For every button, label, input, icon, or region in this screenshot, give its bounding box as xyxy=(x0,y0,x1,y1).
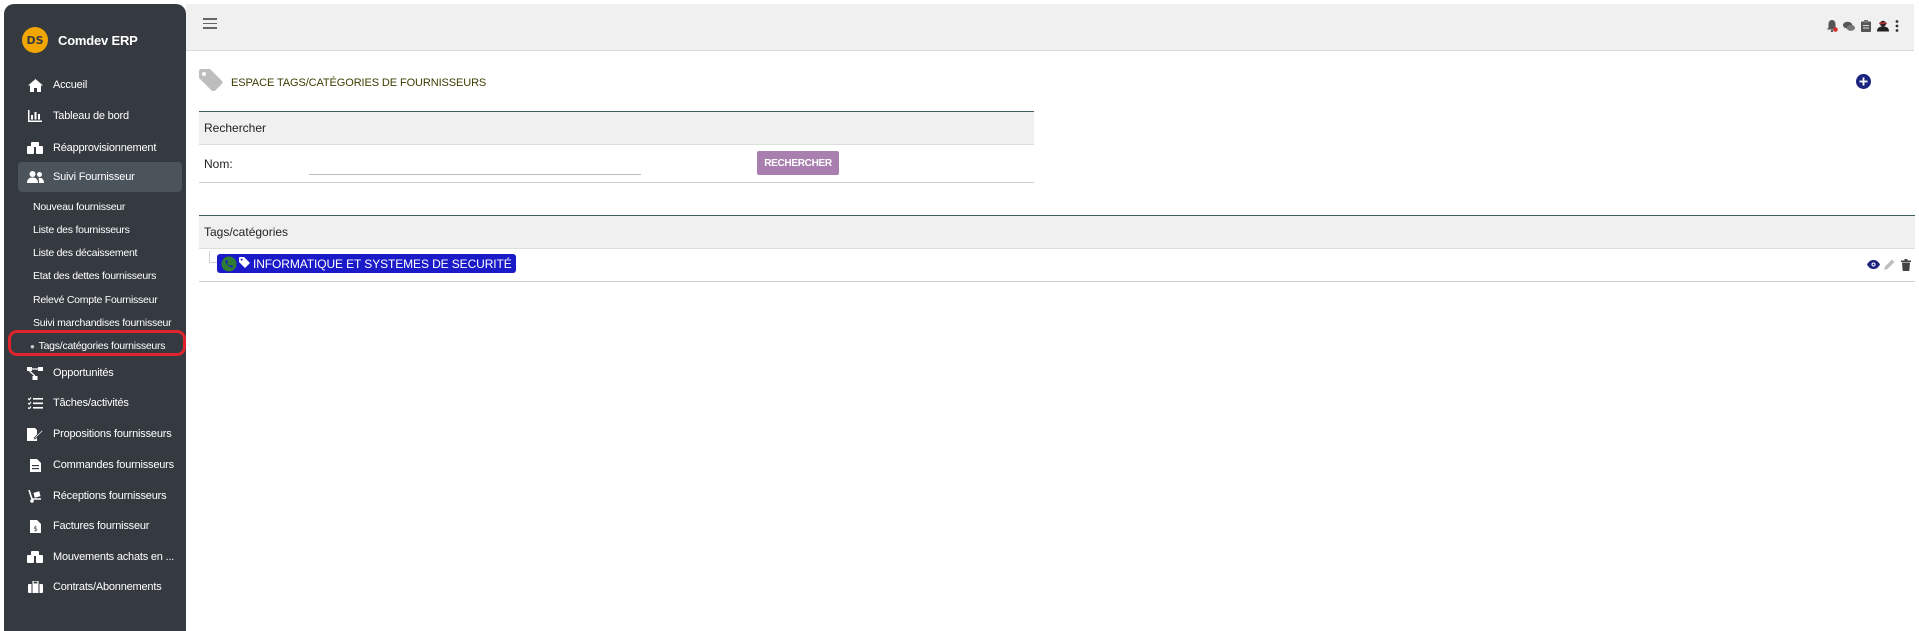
sidebar-item-taches[interactable]: Tâches/activités xyxy=(18,390,182,416)
active-item-highlight xyxy=(8,330,186,356)
sidebar-item-factures[interactable]: $ Factures fournisseur xyxy=(18,513,182,539)
search-panel-title: Rechercher xyxy=(199,112,1034,145)
brand[interactable]: DS Comdev ERP xyxy=(22,26,138,54)
page-title: ESPACE TAGS/CATÉGORIES DE FOURNISSEURS xyxy=(231,76,487,89)
chart-icon xyxy=(26,109,44,123)
file-icon xyxy=(26,458,44,472)
search-button[interactable]: RECHERCHER xyxy=(757,151,839,175)
more-vertical-icon[interactable] xyxy=(1894,20,1900,32)
brand-name: Comdev ERP xyxy=(58,32,138,48)
add-tag-button[interactable] xyxy=(1856,74,1871,89)
submenu-etat-dettes[interactable]: Etat des dettes fournisseurs xyxy=(33,267,156,285)
sidebar-item-commandes[interactable]: Commandes fournisseurs xyxy=(18,452,182,478)
eye-icon[interactable] xyxy=(1867,258,1880,271)
submenu-liste-fournisseurs[interactable]: Liste des fournisseurs xyxy=(33,221,130,239)
home-icon xyxy=(26,78,44,92)
tree-connector xyxy=(209,251,217,263)
sidebar: DS Comdev ERP Accueil Tableau de bord Ré… xyxy=(4,4,186,631)
topbar xyxy=(186,4,1914,51)
hamburger-menu-icon[interactable] xyxy=(203,18,217,30)
sidebar-item-accueil[interactable]: Accueil xyxy=(18,72,182,98)
tasks-icon xyxy=(26,396,44,410)
user-avatar-icon[interactable] xyxy=(1877,20,1889,32)
sidebar-item-opportunites[interactable]: Opportunités xyxy=(18,360,182,386)
sidebar-item-mouvements[interactable]: Mouvements achats en ... xyxy=(18,544,182,570)
name-search-input[interactable] xyxy=(309,153,641,175)
name-label: Nom: xyxy=(204,157,233,171)
sidebar-item-contrats[interactable]: Contrats/Abonnements xyxy=(18,574,182,600)
users-icon xyxy=(26,170,44,184)
sidebar-item-receptions[interactable]: Réceptions fournisseurs xyxy=(18,483,182,509)
phone-icon xyxy=(219,256,239,272)
sidebar-item-label: Commandes fournisseurs xyxy=(53,459,174,471)
topbar-icons xyxy=(1826,20,1900,32)
submenu-releve-compte[interactable]: Relevé Compte Fournisseur xyxy=(33,291,158,309)
signature-icon xyxy=(26,427,44,441)
bell-icon[interactable] xyxy=(1826,20,1838,32)
dolly-icon xyxy=(26,489,44,503)
clipboard-icon[interactable] xyxy=(1860,20,1872,32)
page-header: ESPACE TAGS/CATÉGORIES DE FOURNISSEURS xyxy=(199,69,486,96)
tag-badge[interactable]: INFORMATIQUE ET SYSTEMES DE SECURITÉ xyxy=(217,254,516,273)
main-content: ESPACE TAGS/CATÉGORIES DE FOURNISSEURS R… xyxy=(186,51,1919,631)
briefcase-icon xyxy=(26,580,44,594)
tags-panel: Tags/catégories INFORMATIQUE ET SYSTEMES… xyxy=(199,215,1915,282)
tags-panel-title: Tags/catégories xyxy=(199,216,1915,249)
svg-text:$: $ xyxy=(33,525,37,533)
sidebar-item-label: Réceptions fournisseurs xyxy=(53,490,167,502)
invoice-icon: $ xyxy=(26,519,44,533)
sidebar-item-label: Réapprovisionnement xyxy=(53,142,157,154)
sidebar-item-label: Mouvements achats en ... xyxy=(53,551,175,563)
app-frame: DS Comdev ERP Accueil Tableau de bord Ré… xyxy=(0,0,1919,631)
search-panel: Rechercher Nom: RECHERCHER xyxy=(199,111,1034,183)
edit-icon[interactable] xyxy=(1883,258,1896,271)
sidebar-item-suivi-fournisseur[interactable]: Suivi Fournisseur xyxy=(18,162,182,192)
sidebar-item-label: Factures fournisseur xyxy=(53,520,150,532)
sidebar-item-label: Opportunités xyxy=(53,367,114,379)
sidebar-item-label: Suivi Fournisseur xyxy=(53,171,135,183)
tag-icon xyxy=(199,69,223,96)
flow-icon xyxy=(26,366,44,380)
sidebar-item-label: Propositions fournisseurs xyxy=(53,428,172,440)
brand-logo: DS xyxy=(22,27,48,53)
sidebar-item-label: Tableau de bord xyxy=(53,110,129,122)
trash-icon[interactable] xyxy=(1899,258,1912,271)
sidebar-item-propositions[interactable]: Propositions fournisseurs xyxy=(18,421,182,447)
sidebar-item-label: Tâches/activités xyxy=(53,397,129,409)
submenu-liste-decaissement[interactable]: Liste des décaissement xyxy=(33,244,137,262)
sidebar-item-label: Accueil xyxy=(53,79,88,91)
boxes-icon xyxy=(26,550,44,564)
row-actions xyxy=(1867,258,1912,271)
sidebar-item-label: Contrats/Abonnements xyxy=(53,581,162,593)
sidebar-item-reapprovisionnement[interactable]: Réapprovisionnement xyxy=(18,135,182,161)
boxes-icon xyxy=(26,141,44,155)
tag-label: INFORMATIQUE ET SYSTEMES DE SECURITÉ xyxy=(253,256,512,271)
tag-row: INFORMATIQUE ET SYSTEMES DE SECURITÉ xyxy=(199,249,1915,282)
tag-icon xyxy=(239,256,250,271)
search-row: Nom: RECHERCHER xyxy=(199,145,1034,183)
chat-icon[interactable] xyxy=(1843,20,1855,32)
sidebar-item-tableau-de-bord[interactable]: Tableau de bord xyxy=(18,103,182,129)
submenu-nouveau-fournisseur[interactable]: Nouveau fournisseur xyxy=(33,198,125,216)
